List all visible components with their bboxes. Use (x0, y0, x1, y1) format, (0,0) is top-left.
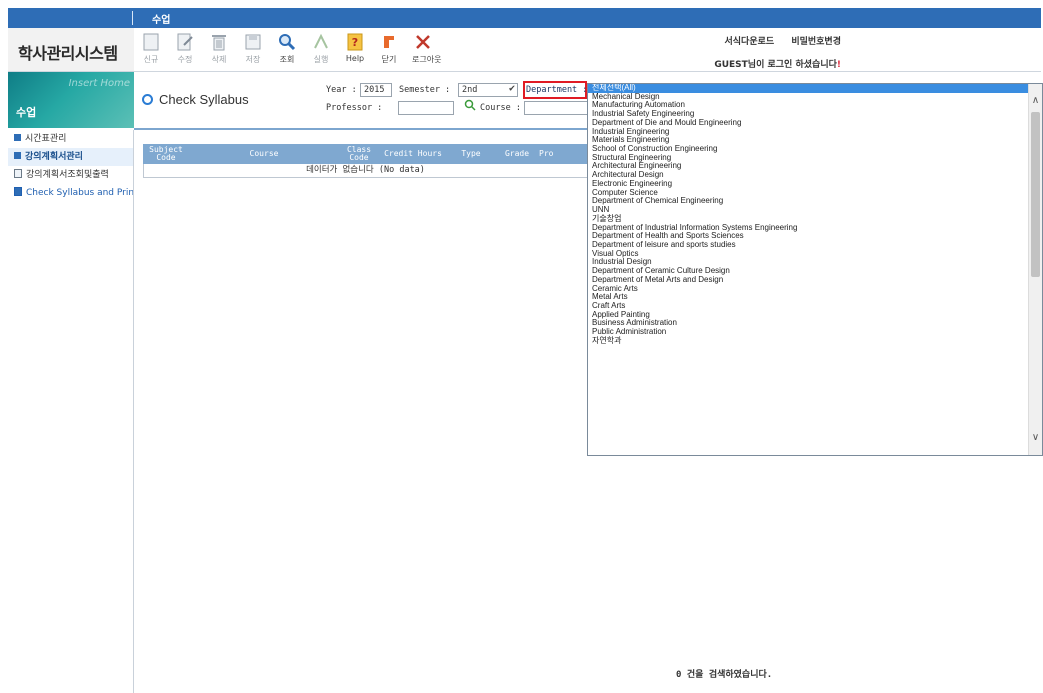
delete-button[interactable]: 삭제 (208, 32, 230, 65)
form-download-link[interactable]: 서식다운로드 (724, 37, 774, 47)
col-type[interactable]: Type (447, 144, 495, 164)
new-button[interactable]: 신규 (140, 32, 162, 65)
edit-button-label: 수정 (177, 55, 193, 64)
sidebar-item-check-syllabus[interactable]: Check Syllabus and Print (8, 184, 133, 202)
department-option[interactable]: Department of Metal Arts and Design (588, 275, 1030, 285)
table-header: Subject Code Course Class Code Credit Ho… (143, 144, 588, 164)
run-button-label: 실행 (313, 55, 329, 64)
save-button[interactable]: 저장 (242, 32, 264, 65)
save-button-label: 저장 (245, 55, 261, 64)
department-option[interactable]: Metal Arts (588, 293, 1030, 302)
dropdown-scrollbar[interactable]: ∧ ∨ (1028, 84, 1042, 455)
department-option[interactable]: Department of Chemical Engineering (588, 197, 1030, 206)
banner-decoration: Insert Home (68, 78, 130, 89)
scroll-up-icon[interactable]: ∧ (1029, 94, 1042, 108)
search-button-label: 조회 (279, 55, 295, 64)
year-label: Year : (326, 85, 357, 95)
semester-label: Semester : (399, 85, 451, 95)
scroll-down-icon[interactable]: ∨ (1029, 431, 1042, 445)
logout-button[interactable]: 로그아웃 (412, 32, 442, 65)
help-icon: ? (347, 33, 363, 51)
professor-input[interactable] (398, 101, 454, 115)
search-icon (279, 34, 296, 51)
top-links: 서식다운로드 비밀번호변경 (710, 34, 841, 47)
welcome-mark: ! (836, 60, 841, 70)
col-professor[interactable]: Pro (539, 144, 588, 164)
col-grade[interactable]: Grade (495, 144, 539, 164)
logout-icon (416, 35, 430, 49)
delete-button-label: 삭제 (211, 55, 227, 64)
welcome-message: GUEST님이 로그인 하셨습니다! (714, 57, 841, 70)
new-doc-icon (143, 33, 159, 51)
department-option[interactable]: Ceramic Arts (588, 284, 1030, 294)
new-button-label: 신규 (143, 55, 159, 64)
sidebar-item-syllabus-view-print[interactable]: 강의계획서조회및출력 (8, 166, 133, 184)
col-class-code[interactable]: Class Code (339, 144, 379, 164)
save-icon (245, 34, 261, 50)
logout-button-label: 로그아웃 (412, 55, 442, 64)
change-password-link[interactable]: 비밀번호변경 (791, 37, 841, 47)
sidebar-item-label: 강의계획서관리 (25, 152, 83, 162)
run-button[interactable]: 실행 (310, 32, 332, 65)
year-input[interactable]: 2015 (360, 83, 392, 97)
toolbar: 신규 수정 삭제 저장 조회 실행 ? Help 닫기 로그아웃 서식다운로드 … (134, 28, 1041, 72)
page-title: Check Syllabus (142, 92, 249, 107)
close-icon (384, 36, 394, 48)
close-button-label: 닫기 (381, 55, 397, 64)
semester-select[interactable]: 2nd ✔ (458, 83, 518, 97)
help-button-label: Help (345, 54, 365, 63)
document-icon (14, 187, 22, 196)
welcome-text: GUEST님이 로그인 하셨습니다 (714, 60, 837, 70)
result-count: 0 건을 검색하였습니다. (676, 670, 773, 680)
trash-icon (212, 35, 226, 51)
department-option[interactable]: Public Administration (588, 327, 1030, 337)
empty-row: 데이터가 없습니다 (No data) (143, 164, 588, 178)
help-button[interactable]: ? Help (344, 32, 366, 63)
department-options: 전체선택(All) Mechanical Design Manufacturing … (588, 84, 1030, 346)
syllabus-table: Subject Code Course Class Code Credit Ho… (143, 144, 588, 178)
course-input[interactable] (524, 101, 588, 115)
department-label: Department : (526, 85, 588, 95)
run-icon (314, 33, 328, 49)
sidebar-item-timetable[interactable]: 시간표관리 (8, 130, 133, 148)
semester-select-value: 2nd (462, 85, 478, 95)
title-bullet-icon (142, 94, 153, 105)
course-search-icon[interactable] (464, 99, 476, 111)
department-option[interactable]: Department of leisure and sports studies (588, 240, 1030, 250)
col-course[interactable]: Course (189, 144, 339, 164)
department-option[interactable]: UNN (588, 205, 1030, 215)
department-option[interactable]: 자연학과 (588, 336, 1030, 346)
chevron-down-icon: ✔ (508, 83, 515, 94)
sidebar-item-label: Check Syllabus and Print (26, 188, 133, 198)
module-banner: Insert Home 수업 (8, 72, 134, 128)
svg-text:?: ? (352, 36, 358, 49)
page-title-text: Check Syllabus (159, 92, 249, 107)
top-bar: 수업 (8, 8, 1041, 28)
module-title: 수업 (152, 15, 171, 26)
edit-button[interactable]: 수정 (174, 32, 196, 65)
sidebar-item-syllabus-management[interactable]: 강의계획서관리 (8, 148, 133, 166)
professor-label: Professor : (326, 103, 383, 113)
col-credit-hours[interactable]: Credit Hours (379, 144, 447, 164)
top-bar-separator (132, 11, 133, 25)
sidebar-item-label: 시간표관리 (25, 134, 67, 144)
search-button[interactable]: 조회 (276, 32, 298, 65)
square-bullet-icon (14, 134, 21, 141)
course-label: Course : (480, 103, 521, 113)
sidebar-item-label: 강의계획서조회및출력 (26, 170, 109, 180)
sidebar: 시간표관리 강의계획서관리 강의계획서조회및출력 Check Syllabus … (8, 130, 134, 693)
close-button[interactable]: 닫기 (378, 32, 400, 65)
department-option[interactable]: Craft Arts (588, 301, 1030, 311)
document-icon (14, 169, 22, 178)
department-option[interactable]: Visual Optics (588, 249, 1030, 259)
square-bullet-icon (14, 152, 21, 159)
scroll-thumb[interactable] (1031, 112, 1040, 277)
department-dropdown-list[interactable]: 전체선택(All) Mechanical Design Manufacturing … (587, 83, 1043, 456)
app-logo-text: 학사관리시스템 (18, 44, 118, 63)
edit-icon (177, 33, 193, 51)
module-banner-label: 수업 (16, 106, 37, 119)
app-logo: 학사관리시스템 (8, 28, 134, 72)
col-subject-code[interactable]: Subject Code (143, 144, 189, 164)
